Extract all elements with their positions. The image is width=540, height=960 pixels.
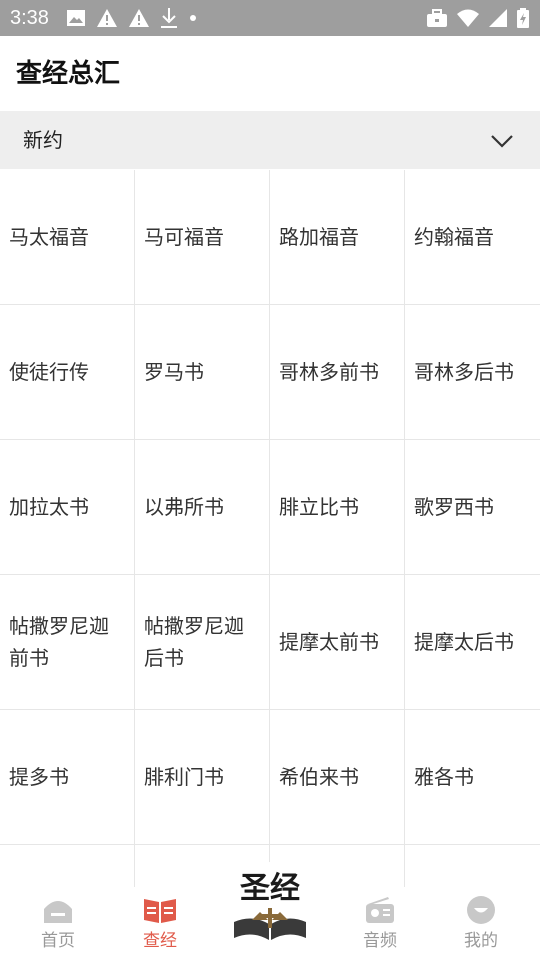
status-icons-right xyxy=(426,6,530,30)
warning-icon xyxy=(128,8,150,28)
book-cell[interactable]: 提摩太后书 xyxy=(405,575,540,710)
book-name: 提摩太后书 xyxy=(414,630,514,654)
open-bible-icon xyxy=(230,906,310,946)
book-icon xyxy=(120,895,200,925)
book-name: 歌罗西书 xyxy=(414,495,494,519)
book-cell[interactable]: 约翰福音 xyxy=(405,170,540,305)
book-cell[interactable]: 提摩太前书 xyxy=(270,575,405,710)
book-name: 腓利门书 xyxy=(144,765,224,789)
book-cell[interactable]: 罗马书 xyxy=(135,305,270,440)
book-name: 提摩太前书 xyxy=(279,630,379,654)
bible-logo-button[interactable]: 圣经 xyxy=(224,862,316,954)
book-name: 帖撒罗尼迦前书 xyxy=(9,614,109,670)
book-cell[interactable]: 路加福音 xyxy=(270,170,405,305)
nav-audio[interactable]: 音频 xyxy=(340,895,420,957)
nav-study[interactable]: 查经 xyxy=(120,895,200,957)
book-cell[interactable] xyxy=(0,845,135,887)
book-cell[interactable]: 哥林多后书 xyxy=(405,305,540,440)
book-cell[interactable]: 加拉太书 xyxy=(0,440,135,575)
book-name: 路加福音 xyxy=(279,225,359,249)
battery-icon xyxy=(516,7,530,29)
bible-logo-text: 圣经 xyxy=(240,871,300,906)
book-cell[interactable]: 希伯来书 xyxy=(270,710,405,845)
book-grid: 马太福音 马可福音 路加福音 约翰福音 使徒行传 罗马书 哥林多前书 哥林多后书… xyxy=(0,170,540,887)
smile-icon xyxy=(441,895,521,925)
book-name: 雅各书 xyxy=(414,765,474,789)
briefcase-icon xyxy=(426,8,448,28)
book-name: 马可福音 xyxy=(144,225,224,249)
book-name: 加拉太书 xyxy=(9,495,89,519)
status-time: 3:38 xyxy=(10,7,49,29)
home-icon xyxy=(18,895,98,925)
book-cell[interactable]: 以弗所书 xyxy=(135,440,270,575)
signal-icon xyxy=(488,8,508,28)
testament-dropdown[interactable]: 新约 xyxy=(0,111,540,169)
book-name: 马太福音 xyxy=(9,225,89,249)
book-name: 提多书 xyxy=(9,765,69,789)
book-name: 罗马书 xyxy=(144,360,204,384)
book-cell[interactable]: 腓利门书 xyxy=(135,710,270,845)
nav-mine[interactable]: 我的 xyxy=(441,895,521,957)
book-cell[interactable]: 马可福音 xyxy=(135,170,270,305)
book-cell[interactable]: 使徒行传 xyxy=(0,305,135,440)
chevron-down-icon xyxy=(490,133,514,152)
book-cell[interactable]: 雅各书 xyxy=(405,710,540,845)
book-name: 腓立比书 xyxy=(279,495,359,519)
dot-icon xyxy=(188,13,198,23)
book-cell[interactable]: 腓立比书 xyxy=(270,440,405,575)
nav-home-label: 首页 xyxy=(41,931,75,951)
book-cell[interactable]: 歌罗西书 xyxy=(405,440,540,575)
book-cell[interactable]: 马太福音 xyxy=(0,170,135,305)
book-name: 约翰福音 xyxy=(414,225,494,249)
book-name: 希伯来书 xyxy=(279,765,359,789)
book-name: 以弗所书 xyxy=(144,495,224,519)
page-title: 查经总汇 xyxy=(16,59,121,89)
radio-icon xyxy=(340,895,420,925)
nav-audio-label: 音频 xyxy=(363,931,397,951)
book-name: 使徒行传 xyxy=(9,360,89,384)
book-name: 哥林多前书 xyxy=(279,360,379,384)
status-bar: 3:38 xyxy=(0,0,540,36)
nav-home[interactable]: 首页 xyxy=(18,895,98,957)
book-cell[interactable]: 提多书 xyxy=(0,710,135,845)
book-cell[interactable]: 帖撒罗尼迦后书 xyxy=(135,575,270,710)
book-cell[interactable] xyxy=(405,845,540,887)
wifi-icon xyxy=(456,8,480,28)
image-icon xyxy=(66,8,86,28)
book-cell[interactable]: 哥林多前书 xyxy=(270,305,405,440)
download-icon xyxy=(160,7,178,29)
book-name: 帖撒罗尼迦后书 xyxy=(144,614,244,670)
testament-selected-label: 新约 xyxy=(23,128,63,152)
app-header: 查经总汇 xyxy=(0,36,540,111)
book-name: 哥林多后书 xyxy=(414,360,514,384)
status-icons-left xyxy=(66,6,198,30)
book-cell[interactable]: 帖撒罗尼迦前书 xyxy=(0,575,135,710)
warning-icon xyxy=(96,8,118,28)
nav-mine-label: 我的 xyxy=(464,931,498,951)
nav-study-label: 查经 xyxy=(143,931,177,951)
